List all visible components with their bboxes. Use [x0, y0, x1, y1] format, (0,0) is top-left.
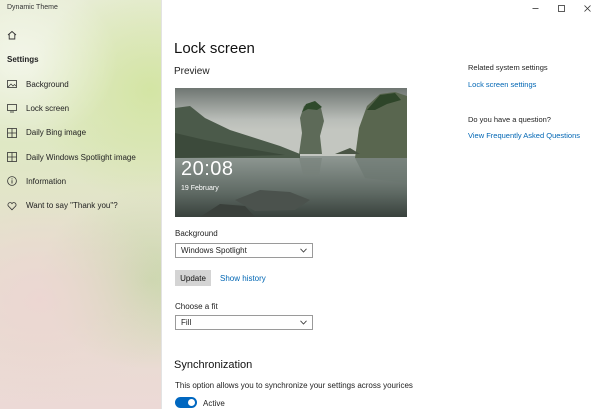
sidebar-heading: Settings	[7, 55, 39, 64]
close-button[interactable]	[574, 2, 600, 14]
fit-label: Choose a fit	[175, 302, 218, 311]
grid-icon	[7, 152, 17, 162]
sidebar-item-lock-screen[interactable]: Lock screen	[0, 96, 161, 120]
sidebar-item-label: Want to say "Thank you"?	[26, 201, 118, 211]
sidebar-nav: Background Lock screen Daily Bing image …	[0, 72, 161, 218]
sync-heading: Synchronization	[174, 359, 253, 371]
sync-toggle-label: Active	[203, 399, 225, 408]
app-title: Dynamic Theme	[7, 4, 58, 11]
grid-icon	[7, 127, 17, 138]
minimize-button[interactable]	[522, 2, 548, 14]
show-history-link[interactable]: Show history	[220, 274, 266, 283]
maximize-button[interactable]	[548, 2, 574, 14]
sidebar-item-daily-bing[interactable]: Daily Bing image	[0, 121, 161, 145]
toggle-knob	[188, 399, 195, 406]
page-title: Lock screen	[174, 40, 255, 57]
window-controls	[522, 2, 600, 14]
background-dropdown[interactable]: Windows Spotlight	[175, 243, 313, 258]
heart-icon	[7, 201, 17, 211]
minimize-icon	[532, 7, 538, 9]
related-settings-heading: Related system settings	[468, 63, 548, 72]
lock-screen-settings-link[interactable]: Lock screen settings	[468, 80, 536, 89]
home-icon[interactable]	[6, 28, 18, 40]
sync-toggle[interactable]	[175, 397, 197, 408]
sidebar-item-label: Daily Bing image	[26, 128, 87, 138]
question-heading: Do you have a question?	[468, 115, 551, 124]
faq-link[interactable]: View Frequently Asked Questions	[468, 131, 580, 140]
info-icon	[7, 176, 17, 187]
chevron-down-icon	[300, 320, 307, 325]
lock-screen-date: 19 February	[181, 185, 219, 192]
sidebar-item-daily-spotlight[interactable]: Daily Windows Spotlight image	[0, 145, 161, 169]
sidebar-item-label: Information	[26, 176, 67, 186]
sidebar-item-label: Background	[26, 79, 69, 89]
background-label: Background	[175, 229, 218, 238]
fit-dropdown[interactable]: Fill	[175, 315, 313, 330]
lock-screen-preview: 20:08 19 February	[175, 88, 407, 217]
sidebar-item-thank-you[interactable]: Want to say "Thank you"?	[0, 193, 161, 217]
monitor-icon	[7, 103, 17, 113]
sidebar: Dynamic Theme Settings Background Lock s…	[0, 0, 162, 409]
sidebar-item-label: Lock screen	[26, 103, 70, 113]
preview-heading: Preview	[174, 66, 210, 77]
preview-landscape-image	[175, 88, 407, 217]
sync-description: This option allows you to synchronize yo…	[175, 381, 413, 390]
update-button[interactable]: Update	[175, 270, 211, 286]
image-icon	[7, 79, 17, 89]
fit-dropdown-value: Fill	[181, 318, 192, 327]
sidebar-item-background[interactable]: Background	[0, 72, 161, 96]
maximize-icon	[557, 4, 565, 12]
lock-screen-time: 20:08	[181, 158, 234, 180]
sidebar-item-information[interactable]: Information	[0, 169, 161, 193]
background-dropdown-value: Windows Spotlight	[181, 246, 247, 255]
chevron-down-icon	[300, 248, 307, 253]
close-icon	[583, 4, 591, 12]
sidebar-item-label: Daily Windows Spotlight image	[26, 152, 136, 162]
